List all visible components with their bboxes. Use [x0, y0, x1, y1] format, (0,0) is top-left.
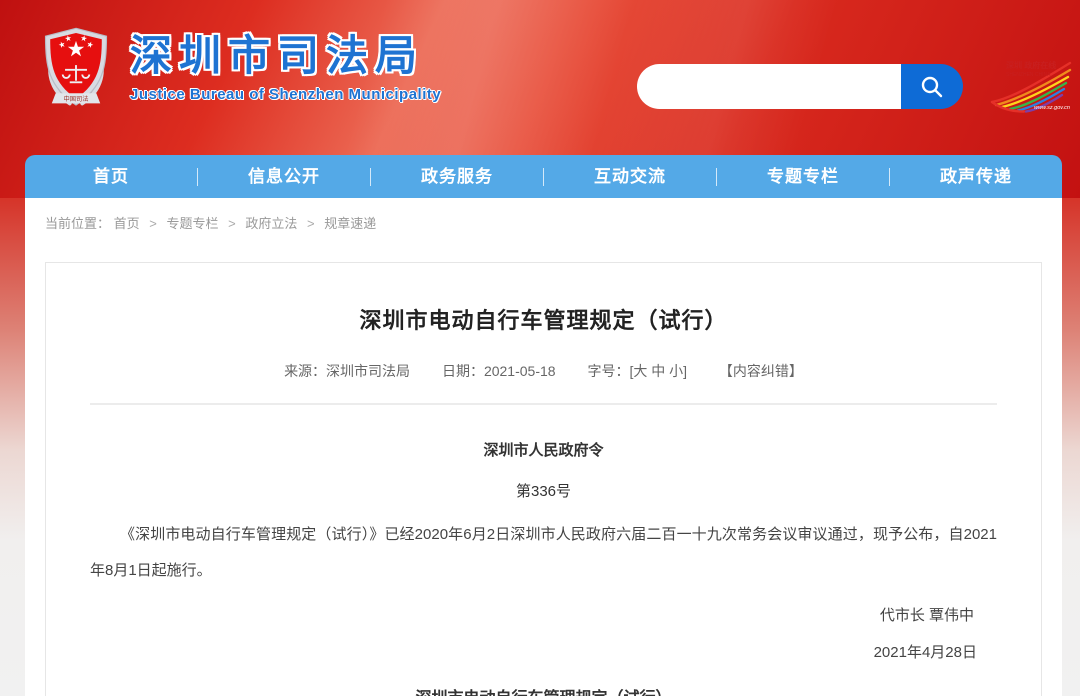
- nav-item-interaction[interactable]: 互动交流: [544, 155, 716, 198]
- breadcrumb: 当前位置： 首页 > 专题专栏 > 政府立法 > 规章速递: [25, 198, 1062, 232]
- search-icon: [919, 74, 945, 100]
- breadcrumb-item-regulation-express[interactable]: 规章速递: [324, 216, 376, 231]
- site-logo-block[interactable]: 中国司法 深圳市司法局 Justice Bureau of Shenzhen M…: [36, 26, 441, 112]
- search-input[interactable]: [637, 64, 901, 109]
- font-size-control[interactable]: 字号：[大 中 小]: [587, 363, 687, 379]
- article-card: 深圳市电动自行车管理规定（试行） 来源：深圳市司法局 日期：2021-05-18…: [45, 262, 1042, 696]
- shenzhen-gov-logo[interactable]: 深圳 政府在线 SHENZHEN CHINA www.sz.gov.cn: [984, 58, 1076, 121]
- nav-item-special-topics[interactable]: 专题专栏: [717, 155, 889, 198]
- main-content-sheet: 当前位置： 首页 > 专题专栏 > 政府立法 > 规章速递 深圳市电动自行车管理…: [25, 198, 1062, 696]
- breadcrumb-item-special-topics[interactable]: 专题专栏: [167, 216, 219, 231]
- breadcrumb-label: 当前位置：: [45, 216, 110, 231]
- sz-logo-en-text: SHENZHEN CHINA: [1006, 72, 1051, 78]
- nav-item-gov-services[interactable]: 政务服务: [371, 155, 543, 198]
- breadcrumb-item-legislation[interactable]: 政府立法: [245, 216, 297, 231]
- promulgation-paragraph: 《深圳市电动自行车管理规定（试行）》已经2020年6月2日深圳市人民政府六届二百…: [90, 517, 997, 589]
- page: 中国司法 深圳市司法局 Justice Bureau of Shenzhen M…: [0, 0, 1080, 696]
- justice-emblem-icon: 中国司法: [36, 26, 116, 112]
- shenzhen-wing-icon: 深圳 政府在线 SHENZHEN CHINA www.sz.gov.cn: [984, 58, 1076, 116]
- government-order-number: 第336号: [90, 480, 997, 501]
- article-meta: 来源：深圳市司法局 日期：2021-05-18 字号：[大 中 小] 【内容纠错…: [90, 361, 997, 381]
- main-nav: 首页 信息公开 政务服务 互动交流 专题专栏 政声传递: [25, 155, 1062, 198]
- emblem-ribbon-text: 中国司法: [64, 94, 89, 103]
- site-subtitle: Justice Bureau of Shenzhen Municipality: [130, 86, 441, 103]
- nav-item-info-disclosure[interactable]: 信息公开: [198, 155, 370, 198]
- article-title: 深圳市电动自行车管理规定（试行）: [90, 303, 997, 335]
- breadcrumb-separator: >: [307, 216, 315, 231]
- search-button[interactable]: [901, 64, 963, 109]
- regulation-body-heading: 深圳市电动自行车管理规定（试行）: [90, 684, 997, 696]
- sz-logo-cn-text: 深圳 政府在线: [1006, 60, 1056, 70]
- government-order-title: 深圳市人民政府令: [90, 439, 997, 460]
- sz-logo-url-text: www.sz.gov.cn: [1034, 105, 1070, 111]
- nav-item-gov-voice[interactable]: 政声传递: [890, 155, 1062, 198]
- breadcrumb-separator: >: [149, 216, 157, 231]
- site-title: 深圳市司法局: [130, 32, 441, 80]
- site-title-block: 深圳市司法局 Justice Bureau of Shenzhen Munici…: [130, 26, 441, 103]
- sign-date-line: 2021年4月28日: [90, 641, 997, 662]
- content-correction-link[interactable]: 【内容纠错】: [719, 363, 803, 379]
- article-date: 日期：2021-05-18: [442, 363, 556, 379]
- signer-line: 代市长 覃伟中: [90, 604, 997, 625]
- meta-divider: [90, 403, 997, 405]
- article-source: 来源：深圳市司法局: [284, 363, 410, 379]
- breadcrumb-item-home[interactable]: 首页: [114, 216, 140, 231]
- breadcrumb-separator: >: [228, 216, 236, 231]
- search-bar: [637, 64, 963, 109]
- nav-item-home[interactable]: 首页: [25, 155, 197, 198]
